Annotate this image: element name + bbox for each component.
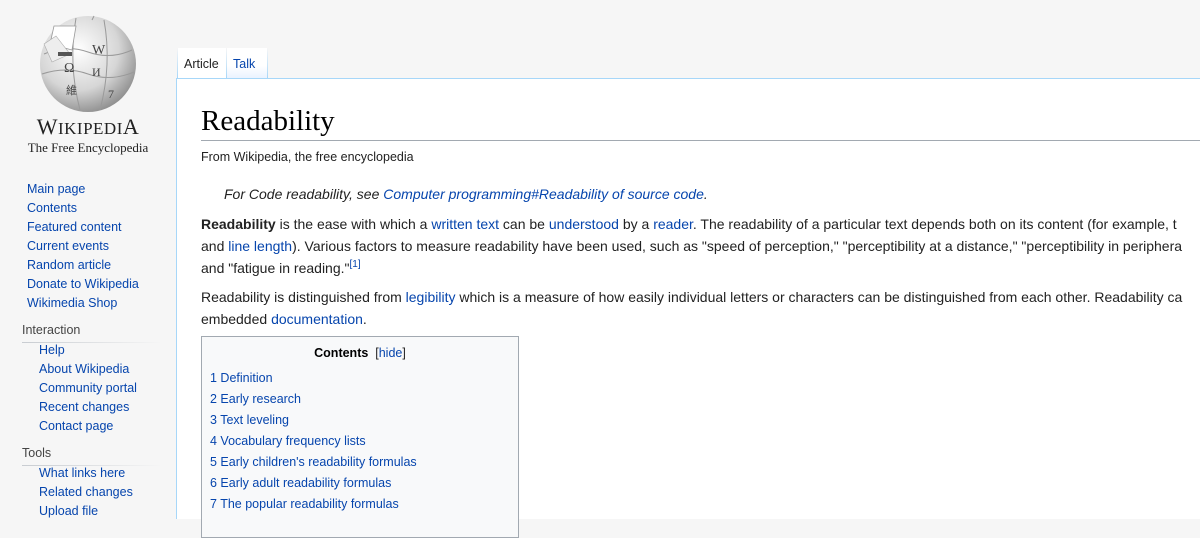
wikipedia-wordmark: WIKIPEDIA xyxy=(36,114,140,139)
sidebar-item-community-portal[interactable]: Community portal xyxy=(39,381,137,395)
tools-heading[interactable]: Tools xyxy=(22,446,163,466)
svg-text:W: W xyxy=(92,43,106,58)
interaction-menu: Help About Wikipedia Community portal Re… xyxy=(39,341,137,436)
toc-item[interactable]: 3 Text leveling xyxy=(210,413,289,427)
globe-icon: W Ω И 維 7 xyxy=(40,15,136,112)
sidebar-item-contact-page[interactable]: Contact page xyxy=(39,419,113,433)
sidebar-item-upload-file[interactable]: Upload file xyxy=(39,504,98,518)
link-written-text[interactable]: written text xyxy=(431,216,499,232)
toc-list: 1 Definition 2 Early research 3 Text lev… xyxy=(210,368,417,515)
toc-item[interactable]: 7 The popular readability formulas xyxy=(210,497,399,511)
sidebar-item-help[interactable]: Help xyxy=(39,343,65,357)
interaction-heading[interactable]: Interaction xyxy=(22,323,163,343)
hatnote-link[interactable]: Computer programming#Readability of sour… xyxy=(383,186,704,202)
wikipedia-logo[interactable]: W Ω И 維 7 WIKIPEDIA The Free Encyclopedi… xyxy=(0,0,176,170)
sidebar-item-donate[interactable]: Donate to Wikipedia xyxy=(27,277,139,291)
wikipedia-tagline: The Free Encyclopedia xyxy=(27,140,149,155)
sidebar-item-what-links-here[interactable]: What links here xyxy=(39,466,125,480)
toc-item[interactable]: 2 Early research xyxy=(210,392,301,406)
sidebar-item-about-wikipedia[interactable]: About Wikipedia xyxy=(39,362,129,376)
sidebar-item-featured-content[interactable]: Featured content xyxy=(27,220,122,234)
svg-text:維: 維 xyxy=(66,84,77,97)
paragraph-1-line-3: and "fatigue in reading."[1] xyxy=(201,259,361,277)
sidebar-item-contents[interactable]: Contents xyxy=(27,201,77,215)
svg-text:7: 7 xyxy=(108,87,114,101)
sidebar-item-recent-changes[interactable]: Recent changes xyxy=(39,400,129,414)
sidebar-item-main-page[interactable]: Main page xyxy=(27,182,85,196)
link-line-length[interactable]: line length xyxy=(228,238,292,254)
article-content: Readability From Wikipedia, the free enc… xyxy=(176,78,1200,538)
sidebar-item-random-article[interactable]: Random article xyxy=(27,258,111,272)
sidebar-item-related-changes[interactable]: Related changes xyxy=(39,485,133,499)
link-reader[interactable]: reader xyxy=(653,216,693,232)
sidebar-item-wikimedia-shop[interactable]: Wikimedia Shop xyxy=(27,296,117,310)
toc-item[interactable]: 6 Early adult readability formulas xyxy=(210,476,391,490)
tab-separator xyxy=(267,48,268,78)
site-subtitle: From Wikipedia, the free encyclopedia xyxy=(201,150,414,164)
tab-article[interactable]: Article xyxy=(178,48,226,78)
toc-item[interactable]: 4 Vocabulary frequency lists xyxy=(210,434,366,448)
page-title: Readability xyxy=(201,103,1200,141)
hatnote: For Code readability, see Computer progr… xyxy=(224,186,708,202)
svg-text:И: И xyxy=(92,65,101,79)
link-legibility[interactable]: legibility xyxy=(406,289,456,305)
tab-talk[interactable]: Talk xyxy=(227,48,267,78)
link-understood[interactable]: understood xyxy=(549,216,619,232)
toc-item[interactable]: 5 Early children's readability formulas xyxy=(210,455,417,469)
link-documentation[interactable]: documentation xyxy=(271,311,363,327)
svg-text:Ω: Ω xyxy=(64,61,74,76)
toc-title: Contents [hide] xyxy=(314,346,406,360)
navigation-menu: Main page Contents Featured content Curr… xyxy=(27,180,139,313)
paragraph-1-line-2: and line length). Various factors to mea… xyxy=(201,238,1183,254)
paragraph-2-line-1: Readability is distinguished from legibi… xyxy=(201,289,1183,305)
paragraph-2-line-2: embedded documentation. xyxy=(201,311,367,327)
reference-link[interactable]: [1] xyxy=(350,259,361,270)
toc-item[interactable]: 1 Definition xyxy=(210,371,273,385)
sidebar: W Ω И 維 7 WIKIPEDIA The Free Encyclopedi… xyxy=(0,0,176,518)
tools-menu: What links here Related changes Upload f… xyxy=(39,464,133,521)
paragraph-1-line-1: Readability is the ease with which a wri… xyxy=(201,216,1177,232)
toc-hide-toggle[interactable]: hide xyxy=(379,346,403,360)
sidebar-item-current-events[interactable]: Current events xyxy=(27,239,109,253)
table-of-contents: Contents [hide] 1 Definition 2 Early res… xyxy=(201,336,519,538)
